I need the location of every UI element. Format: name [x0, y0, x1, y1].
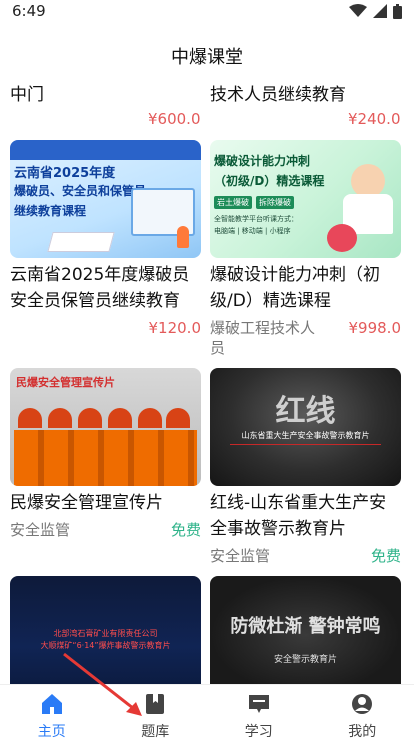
course-card-redline[interactable]: 红线 山东省重大生产安全事故警示教育片 红线-山东省重大生产安全事故警示教育片 … — [210, 368, 401, 566]
tab-profile[interactable]: 我的 — [311, 685, 414, 747]
thumb-line-3: 继续教育课程 — [14, 202, 86, 219]
course-card-yunnan[interactable]: 云南省2025年度 爆破员、安全员和保管员 继续教育课程 云南省2025年度爆破… — [10, 140, 201, 338]
tab-label: 主页 — [38, 721, 66, 741]
course-thumbnail: 云南省2025年度 爆破员、安全员和保管员 继续教育课程 — [10, 140, 201, 258]
thumb-tag-2: 拆除爆破 — [256, 196, 294, 209]
partial-card-title-left: 中门 — [10, 80, 44, 105]
tab-label: 学习 — [245, 721, 273, 741]
course-title: 红线-山东省重大生产安全事故警示教育片 — [210, 490, 401, 542]
course-thumbnail: 爆破设计能力冲刺 （初级/D）精选课程 岩土爆破 拆除爆破 全智能教学平台听课方… — [210, 140, 401, 258]
course-thumbnail: 防微杜渐 警钟常鸣 安全警示教育片 — [210, 576, 401, 684]
thumb-line-5: 全智能教学平台听课方式： — [214, 214, 298, 224]
thumb-line-1: 民爆安全管理宣传片 — [16, 374, 115, 390]
thumb-line-2: （初级/D）精选课程 — [214, 172, 324, 189]
thumb-line-2: 安全警示教育片 — [210, 652, 401, 665]
signal-icon — [373, 4, 387, 18]
thumb-line-1: 爆破设计能力冲刺 — [214, 152, 310, 169]
app-bar: 中爆课堂 — [0, 34, 414, 78]
course-title: 爆破设计能力冲刺（初级/D）精选课程 — [210, 262, 401, 314]
chat-icon — [246, 691, 272, 717]
tab-label: 题库 — [141, 721, 169, 741]
course-card-prevention[interactable]: 防微杜渐 警钟常鸣 安全警示教育片 — [210, 576, 401, 684]
partial-card-price-left: ¥600.0 — [148, 110, 201, 128]
status-icons — [349, 4, 402, 19]
thumb-line-2: 爆破员、安全员和保管员 — [14, 182, 146, 199]
thumb-line-1: 红线 — [210, 386, 401, 430]
course-thumbnail: 民爆安全管理宣传片 — [10, 368, 201, 486]
page-title: 中爆课堂 — [171, 43, 243, 69]
course-price: 免费 — [171, 520, 201, 540]
thumb-line-1: 云南省2025年度 — [14, 162, 115, 181]
course-title: 云南省2025年度爆破员安全员保管员继续教育 — [10, 262, 201, 314]
thumb-line-2: 山东省重大生产安全事故警示教育片 — [210, 430, 401, 441]
course-card-design-sprint[interactable]: 爆破设计能力冲刺 （初级/D）精选课程 岩土爆破 拆除爆破 全智能教学平台听课方… — [210, 140, 401, 358]
course-title: 民爆安全管理宣传片 — [10, 490, 201, 516]
course-card-safety-promo[interactable]: 民爆安全管理宣传片 民爆安全管理宣传片 安全监管 免费 — [10, 368, 201, 540]
course-price: ¥120.0 — [149, 318, 202, 338]
course-grid[interactable]: 中门 技术人员继续教育 ¥600.0 ¥240.0 云南省2025年度 爆破员、… — [0, 78, 414, 684]
course-price: 免费 — [371, 546, 401, 566]
partial-card-price-right: ¥240.0 — [348, 110, 401, 128]
thumb-tag-1: 岩土爆破 — [214, 196, 252, 209]
tab-study[interactable]: 学习 — [207, 685, 311, 747]
tab-question-bank[interactable]: 题库 — [104, 685, 208, 747]
course-category: 安全监管 — [210, 546, 270, 566]
status-bar: 6:49 — [0, 0, 414, 22]
thumb-line-2: 大顺煤矿“6·14”爆炸事故警示教育片 — [10, 640, 201, 651]
course-thumbnail: 红线 山东省重大生产安全事故警示教育片 — [210, 368, 401, 486]
wifi-icon — [349, 4, 367, 18]
partial-card-title-right: 技术人员继续教育 — [210, 80, 346, 105]
thumb-line-1: 北部湾石膏矿业有限责任公司 — [10, 628, 201, 639]
course-card-coal-mine[interactable]: 北部湾石膏矿业有限责任公司 大顺煤矿“6·14”爆炸事故警示教育片 — [10, 576, 201, 684]
course-thumbnail: 北部湾石膏矿业有限责任公司 大顺煤矿“6·14”爆炸事故警示教育片 — [10, 576, 201, 684]
tab-home[interactable]: 主页 — [0, 685, 104, 747]
book-icon — [142, 691, 168, 717]
battery-icon — [393, 4, 402, 19]
course-category: 安全监管 — [10, 520, 70, 540]
profile-icon — [349, 691, 375, 717]
course-category: 爆破工程技术人员 — [210, 318, 328, 358]
bottom-tab-bar: 主页 题库 学习 我的 — [0, 684, 414, 747]
thumb-line-6: 电脑端 | 移动端 | 小程序 — [214, 226, 291, 236]
home-icon — [39, 691, 65, 717]
tab-label: 我的 — [348, 721, 376, 741]
thumb-line-1: 防微杜渐 警钟常鸣 — [210, 612, 401, 638]
status-time: 6:49 — [12, 2, 46, 20]
course-price: ¥998.0 — [349, 318, 402, 338]
